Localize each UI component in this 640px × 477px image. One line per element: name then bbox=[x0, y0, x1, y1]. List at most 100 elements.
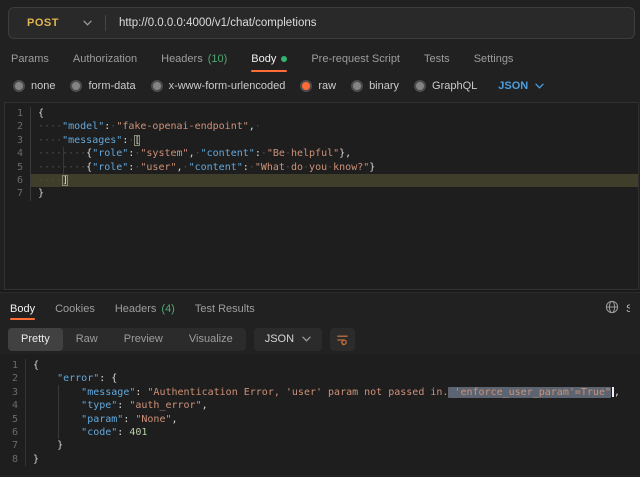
code-line[interactable]: 1{ bbox=[0, 359, 640, 372]
code-line[interactable]: 3 "message": "Authentication Error, 'use… bbox=[0, 386, 640, 399]
body-type-x-www-form-urlencoded[interactable]: x-www-form-urlencoded bbox=[151, 80, 286, 92]
tab-headers[interactable]: Headers(10) bbox=[161, 46, 227, 72]
response-body-editor[interactable]: 1{2 "error": {3 "message": "Authenticati… bbox=[0, 354, 640, 475]
wrap-text-button[interactable] bbox=[330, 328, 355, 351]
code-token: "Authentication Error, 'user' param not … bbox=[147, 387, 448, 398]
code-text: } bbox=[26, 453, 640, 466]
line-number: 3 bbox=[5, 134, 31, 147]
line-number: 4 bbox=[5, 147, 31, 160]
code-token: } bbox=[33, 454, 39, 465]
request-url[interactable]: http://0.0.0.0:4000/v1/chat/completions bbox=[119, 17, 317, 29]
url-input[interactable]: POST http://0.0.0.0:4000/v1/chat/complet… bbox=[8, 7, 635, 39]
body-type-binary[interactable]: binary bbox=[351, 80, 399, 92]
code-token: you bbox=[309, 162, 327, 173]
body-type-row: none form-data x-www-form-urlencoded raw bin… bbox=[0, 72, 640, 100]
code-token: ···· bbox=[38, 175, 62, 186]
code-token: helpful" bbox=[291, 148, 339, 159]
tab-label: Params bbox=[11, 53, 49, 65]
chevron-down-icon bbox=[535, 83, 544, 89]
response-tab-body[interactable]: Body bbox=[10, 293, 35, 324]
view-tab-preview[interactable]: Preview bbox=[111, 328, 176, 351]
request-tabs: Params Authorization Headers(10) Body Pre-re… bbox=[0, 46, 640, 72]
response-meta: S bbox=[605, 293, 630, 324]
code-token: { bbox=[38, 108, 44, 119]
chevron-down-icon bbox=[302, 336, 311, 342]
code-text: ····] bbox=[31, 174, 638, 187]
view-tab-raw[interactable]: Raw bbox=[63, 328, 111, 351]
code-token: ] bbox=[62, 175, 68, 186]
radio-icon bbox=[351, 80, 363, 92]
code-token: ···· bbox=[38, 135, 62, 146]
body-type-graphql[interactable]: GraphQL bbox=[414, 80, 477, 92]
radio-icon bbox=[151, 80, 163, 92]
tab-tests[interactable]: Tests bbox=[424, 46, 450, 72]
radio-label: form-data bbox=[88, 80, 135, 92]
code-text: "error": { bbox=[26, 372, 640, 385]
code-token: : bbox=[123, 414, 135, 425]
response-tab-test-results[interactable]: Test Results bbox=[195, 293, 255, 324]
radio-label: GraphQL bbox=[432, 80, 477, 92]
code-text: ········{"role":·"user",·"content":·"Wha… bbox=[31, 161, 638, 174]
tab-pre-request-script[interactable]: Pre-request Script bbox=[311, 46, 400, 72]
code-token: ···· bbox=[38, 121, 62, 132]
line-number: 4 bbox=[0, 399, 26, 412]
code-token: 401 bbox=[129, 427, 147, 438]
line-number: 2 bbox=[5, 120, 31, 133]
body-type-raw[interactable]: raw bbox=[300, 80, 336, 92]
code-line[interactable]: 2····"model":·"fake-openai-endpoint",· bbox=[5, 120, 638, 133]
radio-icon bbox=[13, 80, 25, 92]
code-token: , bbox=[202, 400, 208, 411]
response-tab-cookies[interactable]: Cookies bbox=[55, 293, 95, 324]
response-tab-headers[interactable]: Headers(4) bbox=[115, 293, 175, 324]
body-type-form-data[interactable]: form-data bbox=[70, 80, 135, 92]
tab-body[interactable]: Body bbox=[251, 46, 287, 72]
tab-authorization[interactable]: Authorization bbox=[73, 46, 137, 72]
code-text: { bbox=[26, 359, 640, 372]
code-token: "model" bbox=[62, 121, 104, 132]
code-line[interactable]: 7 } bbox=[0, 439, 640, 452]
response-tabs: Body Cookies Headers(4) Test Results bbox=[10, 293, 255, 324]
chevron-down-icon[interactable] bbox=[83, 20, 92, 26]
code-text: "message": "Authentication Error, 'user'… bbox=[26, 386, 640, 399]
line-number: 3 bbox=[0, 386, 26, 399]
code-line[interactable]: 6····] bbox=[5, 174, 638, 187]
code-line[interactable]: 2 "error": { bbox=[0, 372, 640, 385]
code-token: "messages" bbox=[62, 135, 122, 146]
unsaved-dot-icon bbox=[281, 56, 287, 62]
line-number: 6 bbox=[0, 426, 26, 439]
raw-language-dropdown[interactable]: JSON bbox=[498, 80, 544, 92]
code-text: ········{"role":·"system",·"content":·"B… bbox=[31, 147, 638, 160]
divider bbox=[105, 15, 106, 31]
code-token: : bbox=[117, 427, 129, 438]
code-line[interactable]: 6 "code": 401 bbox=[0, 426, 640, 439]
code-text: { bbox=[31, 107, 638, 120]
code-line[interactable]: 7} bbox=[5, 187, 638, 200]
code-text: } bbox=[26, 439, 640, 452]
response-language-dropdown[interactable]: JSON bbox=[254, 328, 322, 351]
code-line[interactable]: 4 "type": "auth_error", bbox=[0, 399, 640, 412]
request-body-editor[interactable]: 1{2····"model":·"fake-openai-endpoint",·… bbox=[4, 102, 639, 290]
code-token: do bbox=[291, 162, 303, 173]
code-token: : { bbox=[99, 373, 117, 384]
code-line[interactable]: 5········{"role":·"user",·"content":·"Wh… bbox=[5, 161, 638, 174]
code-line[interactable]: 1{ bbox=[5, 107, 638, 120]
line-number: 5 bbox=[0, 413, 26, 426]
code-token: "What bbox=[255, 162, 285, 173]
tab-params[interactable]: Params bbox=[11, 46, 49, 72]
view-tab-pretty[interactable]: Pretty bbox=[8, 328, 63, 351]
tab-settings[interactable]: Settings bbox=[474, 46, 514, 72]
line-number: 7 bbox=[0, 439, 26, 452]
globe-icon[interactable] bbox=[605, 300, 619, 317]
method-selector[interactable]: POST bbox=[27, 17, 59, 29]
view-tab-visualize[interactable]: Visualize bbox=[176, 328, 246, 351]
code-line[interactable]: 3····"messages":·[ bbox=[5, 134, 638, 147]
tab-label: Pre-request Script bbox=[311, 53, 400, 65]
code-line[interactable]: 4········{"role":·"system",·"content":·"… bbox=[5, 147, 638, 160]
code-text: ····"messages":·[ bbox=[31, 134, 638, 147]
code-token: "message" bbox=[81, 387, 135, 398]
code-token: , bbox=[172, 414, 178, 425]
tab-label: Tests bbox=[424, 53, 450, 65]
code-line[interactable]: 5 "param": "None", bbox=[0, 413, 640, 426]
body-type-none[interactable]: none bbox=[13, 80, 55, 92]
code-line[interactable]: 8} bbox=[0, 453, 640, 466]
